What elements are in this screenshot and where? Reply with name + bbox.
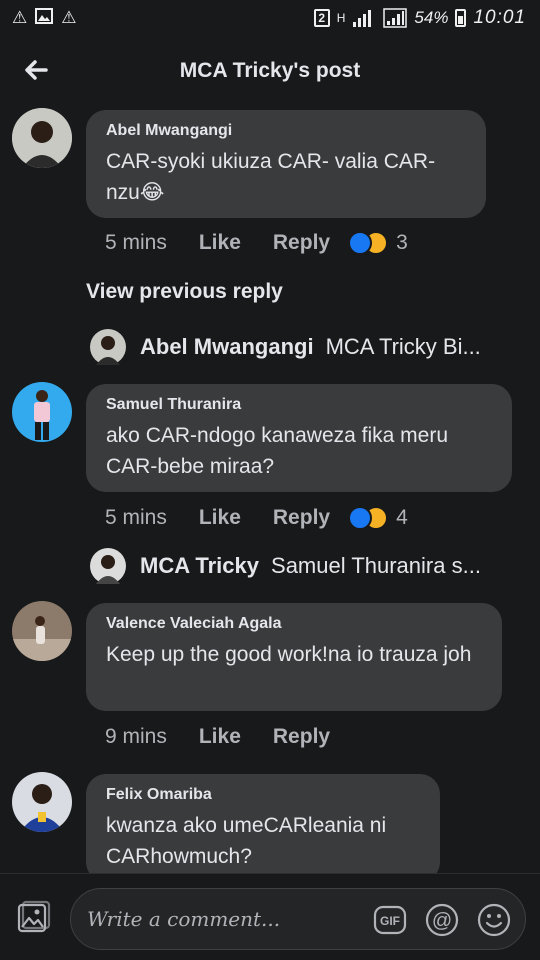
comment-text: Keep up the good work!na io trauza joh [106, 643, 472, 666]
reply-button[interactable]: Reply [273, 231, 330, 255]
avatar [90, 329, 126, 365]
status-system: 2 H 54% 10:01 [313, 7, 526, 29]
comment-author[interactable]: Felix Omariba [106, 786, 422, 804]
like-button[interactable]: Like [199, 231, 241, 255]
sim-badge: 2 [313, 9, 330, 27]
reply-snippet: MCA Tricky Bi... [325, 334, 481, 359]
avatar[interactable] [12, 772, 72, 832]
app-header: MCA Tricky's post [0, 42, 540, 100]
reaction-count: 3 [396, 231, 408, 254]
comment-input-wrapper: GIF @ [70, 888, 526, 950]
like-reaction-icon [348, 231, 373, 255]
warning-icon: ⚠ [61, 8, 77, 27]
svg-text:@: @ [432, 910, 452, 932]
comment-composer: GIF @ [0, 873, 540, 960]
emoji-icon[interactable] [477, 903, 511, 937]
signal-icon [352, 8, 376, 28]
reaction-count: 4 [396, 506, 408, 529]
clock: 10:01 [473, 7, 526, 28]
comment-author[interactable]: Valence Valeciah Agala [106, 615, 484, 633]
gif-label: GIF [380, 914, 400, 928]
avatar [90, 548, 126, 584]
reactions[interactable]: 3 [348, 231, 408, 255]
avatar[interactable] [12, 382, 72, 442]
avatar[interactable] [12, 108, 72, 168]
reply-button[interactable]: Reply [273, 725, 330, 749]
comment-bubble[interactable]: Abel Mwangangi CAR-syoki ukiuza CAR- val… [86, 110, 486, 218]
comment-bubble[interactable]: Samuel Thuranira ako CAR-ndogo kanaweza … [86, 384, 512, 492]
reply-author: MCA Tricky [140, 553, 260, 578]
comment-text: kwanza ako umeCARleania ni CARhowmuch? [106, 814, 387, 868]
reply-button[interactable]: Reply [273, 506, 330, 530]
mention-icon[interactable]: @ [425, 903, 459, 937]
comment-actions: 9 mins Like Reply [105, 725, 362, 749]
reply-preview[interactable]: MCA Tricky Samuel Thuranira s... [90, 547, 520, 585]
comment-bubble[interactable]: Felix Omariba kwanza ako umeCARleania ni… [86, 774, 440, 882]
photo-icon[interactable] [16, 900, 52, 936]
reply-author: Abel Mwangangi [140, 334, 314, 359]
comment-time: 5 mins [105, 506, 167, 529]
comment-text: ako CAR-ndogo kanaweza fika meru CAR-beb… [106, 424, 449, 478]
like-reaction-icon [348, 506, 373, 530]
reactions[interactable]: 4 [348, 506, 408, 530]
like-button[interactable]: Like [199, 725, 241, 749]
comment-time: 5 mins [105, 231, 167, 254]
battery-icon [455, 9, 467, 27]
like-button[interactable]: Like [199, 506, 241, 530]
reply-snippet: Samuel Thuranira s... [271, 553, 481, 578]
reply-preview[interactable]: Abel Mwangangi MCA Tricky Bi... [90, 328, 520, 366]
comment-actions: 5 mins Like Reply 3 [105, 231, 408, 255]
comment-input[interactable] [87, 901, 367, 937]
page-title: MCA Tricky's post [179, 59, 361, 82]
view-previous-reply-link[interactable]: View previous reply [86, 280, 283, 304]
comment-author[interactable]: Samuel Thuranira [106, 396, 494, 414]
back-arrow-icon[interactable] [20, 54, 52, 86]
comment-time: 9 mins [105, 725, 167, 748]
avatar[interactable] [12, 601, 72, 661]
comment-actions: 5 mins Like Reply 4 [105, 506, 408, 530]
battery-percent: 54% [414, 8, 449, 27]
comment-author[interactable]: Abel Mwangangi [106, 122, 468, 140]
signal-icon [383, 8, 408, 28]
warning-icon: ⚠ [12, 8, 28, 27]
network-type: H [336, 11, 346, 25]
comment-text: CAR-syoki ukiuza CAR- valia CAR-nzu😂 [106, 150, 436, 204]
status-notifications: ⚠ ⚠ [12, 7, 77, 29]
gif-icon[interactable]: GIF [373, 903, 407, 937]
comment-bubble[interactable]: Valence Valeciah Agala Keep up the good … [86, 603, 502, 711]
status-bar: ⚠ ⚠ 2 H 54% 10:01 [0, 0, 540, 36]
image-icon [35, 7, 54, 29]
